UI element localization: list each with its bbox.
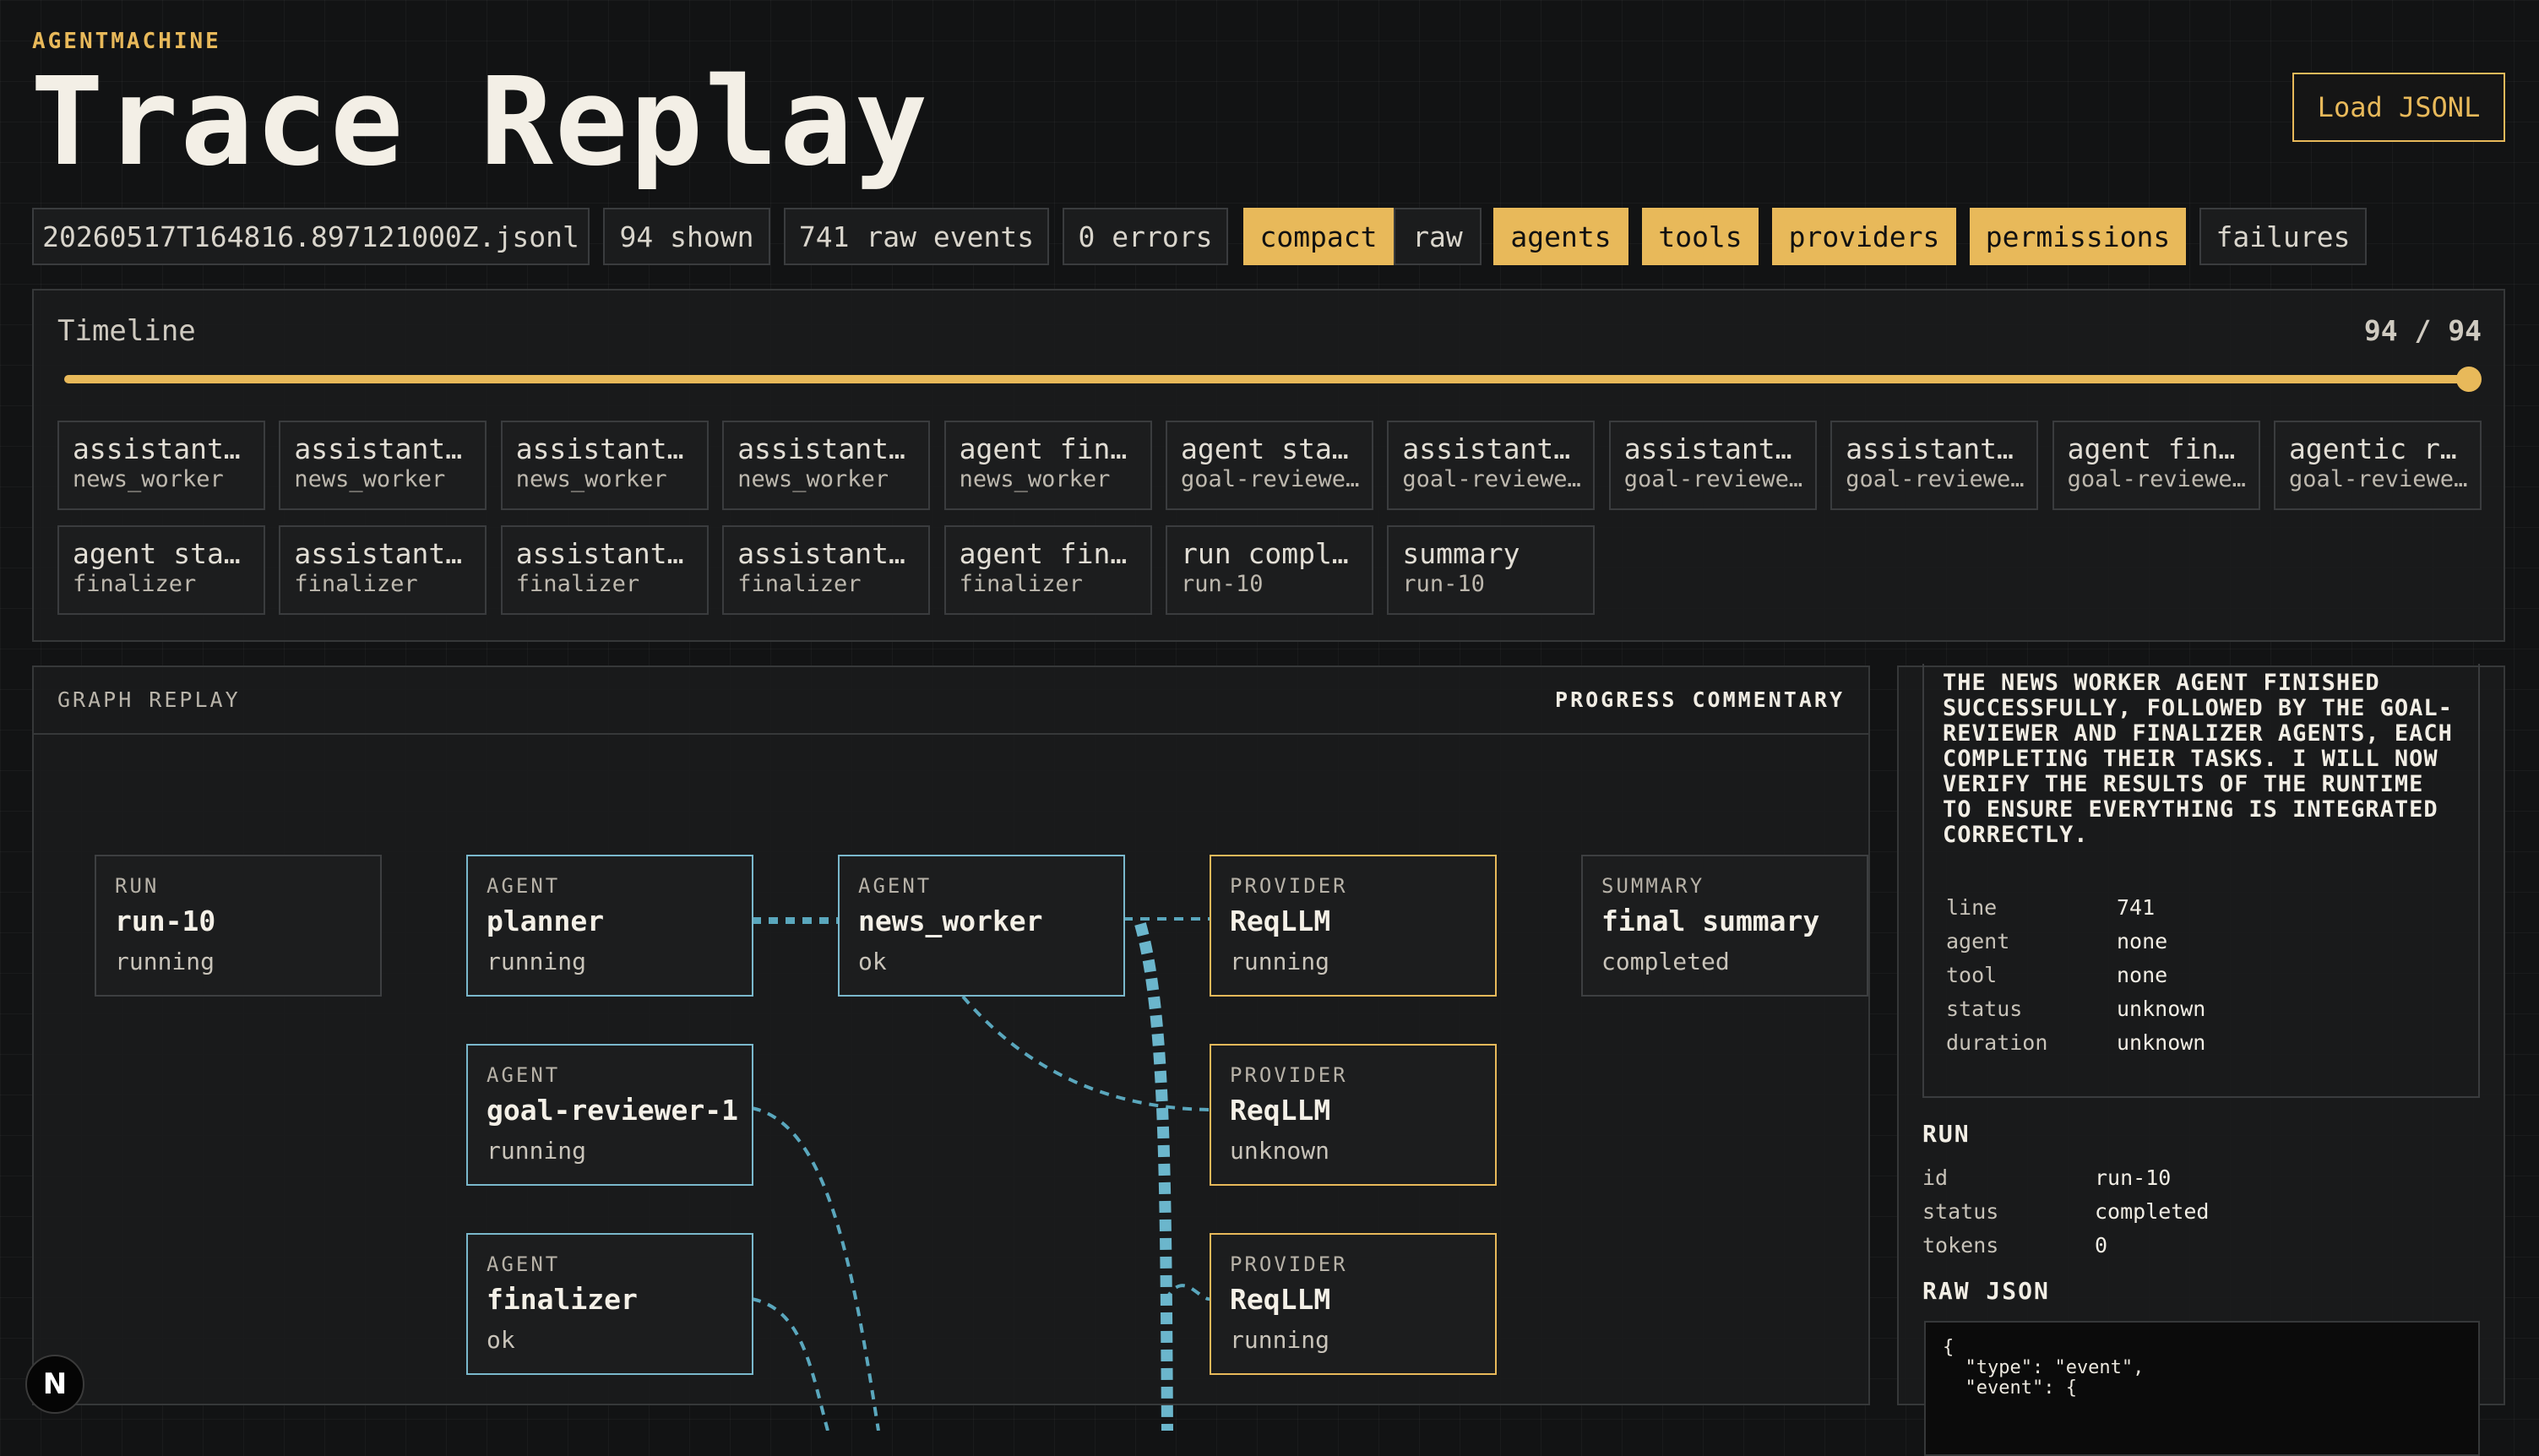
node-status: running xyxy=(487,948,587,975)
raw-json-heading: RAW JSON xyxy=(1922,1277,2050,1305)
node-name: news_worker xyxy=(858,905,1043,937)
event-detail-key: tool xyxy=(1946,963,1998,987)
node-name: planner xyxy=(487,905,605,937)
node-kind: AGENT xyxy=(858,874,932,898)
node-kind: PROVIDER xyxy=(1230,874,1348,898)
node-name: ReqLLM xyxy=(1230,1283,1331,1316)
graph-node-agent[interactable]: AGENT news_workerok xyxy=(838,855,1125,997)
graph-node-agent[interactable]: AGENT finalizer ok xyxy=(466,1233,753,1375)
edge-finalizer-out xyxy=(751,1297,829,1431)
node-name: ReqLLM xyxy=(1230,905,1331,937)
event-detail-key: agent xyxy=(1946,929,2010,953)
run-detail-value: run-10 xyxy=(2095,1165,2172,1190)
event-detail-value: unknown xyxy=(2117,1030,2206,1055)
node-kind: AGENT xyxy=(487,1252,561,1276)
node-status: running xyxy=(487,1137,587,1165)
node-name: finalizer xyxy=(487,1283,638,1316)
event-detail-key: status xyxy=(1946,997,2023,1021)
node-name: ReqLLM xyxy=(1230,1094,1331,1127)
graph-node-run[interactable]: RUN run-10 running xyxy=(95,855,382,997)
event-detail-value: unknown xyxy=(2117,997,2206,1021)
node-kind: AGENT xyxy=(487,1063,561,1087)
node-status: ok xyxy=(487,1326,515,1354)
run-heading: RUN xyxy=(1922,1120,1971,1148)
run-detail-value: completed xyxy=(2095,1199,2210,1224)
event-detail-value: none xyxy=(2117,963,2168,987)
node-name: final summary xyxy=(1601,905,1820,937)
graph-node-agent[interactable]: AGENT goal-reviewer-1 running xyxy=(466,1044,753,1186)
event-detail-value: none xyxy=(2117,929,2168,953)
graph-node-summary[interactable]: SUMMARY final summary completed xyxy=(1581,855,1868,997)
event-detail-key: line xyxy=(1946,895,1998,920)
node-status: running xyxy=(1230,1326,1330,1354)
event-detail-value: 741 xyxy=(2117,895,2156,920)
node-status: unknown xyxy=(1230,1137,1330,1165)
run-detail-key: tokens xyxy=(1922,1233,1999,1258)
raw-json-viewer: { "type": "event", "event": { xyxy=(1924,1321,2480,1456)
node-status: ok xyxy=(858,948,887,975)
node-status: completed xyxy=(1601,948,1730,975)
commentary-text: THE NEWS WORKER AGENT FINISHED SUCCESSFU… xyxy=(1943,670,2453,848)
node-kind: SUMMARY xyxy=(1601,874,1705,898)
graph-node-provider[interactable]: PROVIDER ReqLLM running xyxy=(1210,855,1497,997)
framework-badge[interactable]: N xyxy=(25,1355,84,1414)
event-detail-key: duration xyxy=(1946,1030,2048,1055)
node-kind: PROVIDER xyxy=(1230,1063,1348,1087)
edge-news-worker-provider-2 xyxy=(961,995,1210,1111)
node-kind: PROVIDER xyxy=(1230,1252,1348,1276)
run-detail-key: status xyxy=(1922,1199,1999,1224)
node-name: run-10 xyxy=(115,905,216,937)
graph-node-provider[interactable]: PROVIDER ReqLLM unknown xyxy=(1210,1044,1497,1186)
graph-node-agent[interactable]: AGENT planner running xyxy=(466,855,753,997)
edge-goal-reviewer-out xyxy=(751,1106,880,1431)
node-kind: AGENT xyxy=(487,874,561,898)
run-detail-key: id xyxy=(1922,1165,1949,1190)
edge-news-worker-trunk xyxy=(1134,922,1173,1431)
node-kind: RUN xyxy=(115,874,160,898)
node-status: running xyxy=(115,948,215,975)
node-name: goal-reviewer-1 xyxy=(487,1094,739,1127)
run-detail-value: 0 xyxy=(2095,1233,2108,1258)
node-status: running xyxy=(1230,948,1330,975)
graph-node-provider[interactable]: PROVIDER ReqLLM running xyxy=(1210,1233,1497,1375)
